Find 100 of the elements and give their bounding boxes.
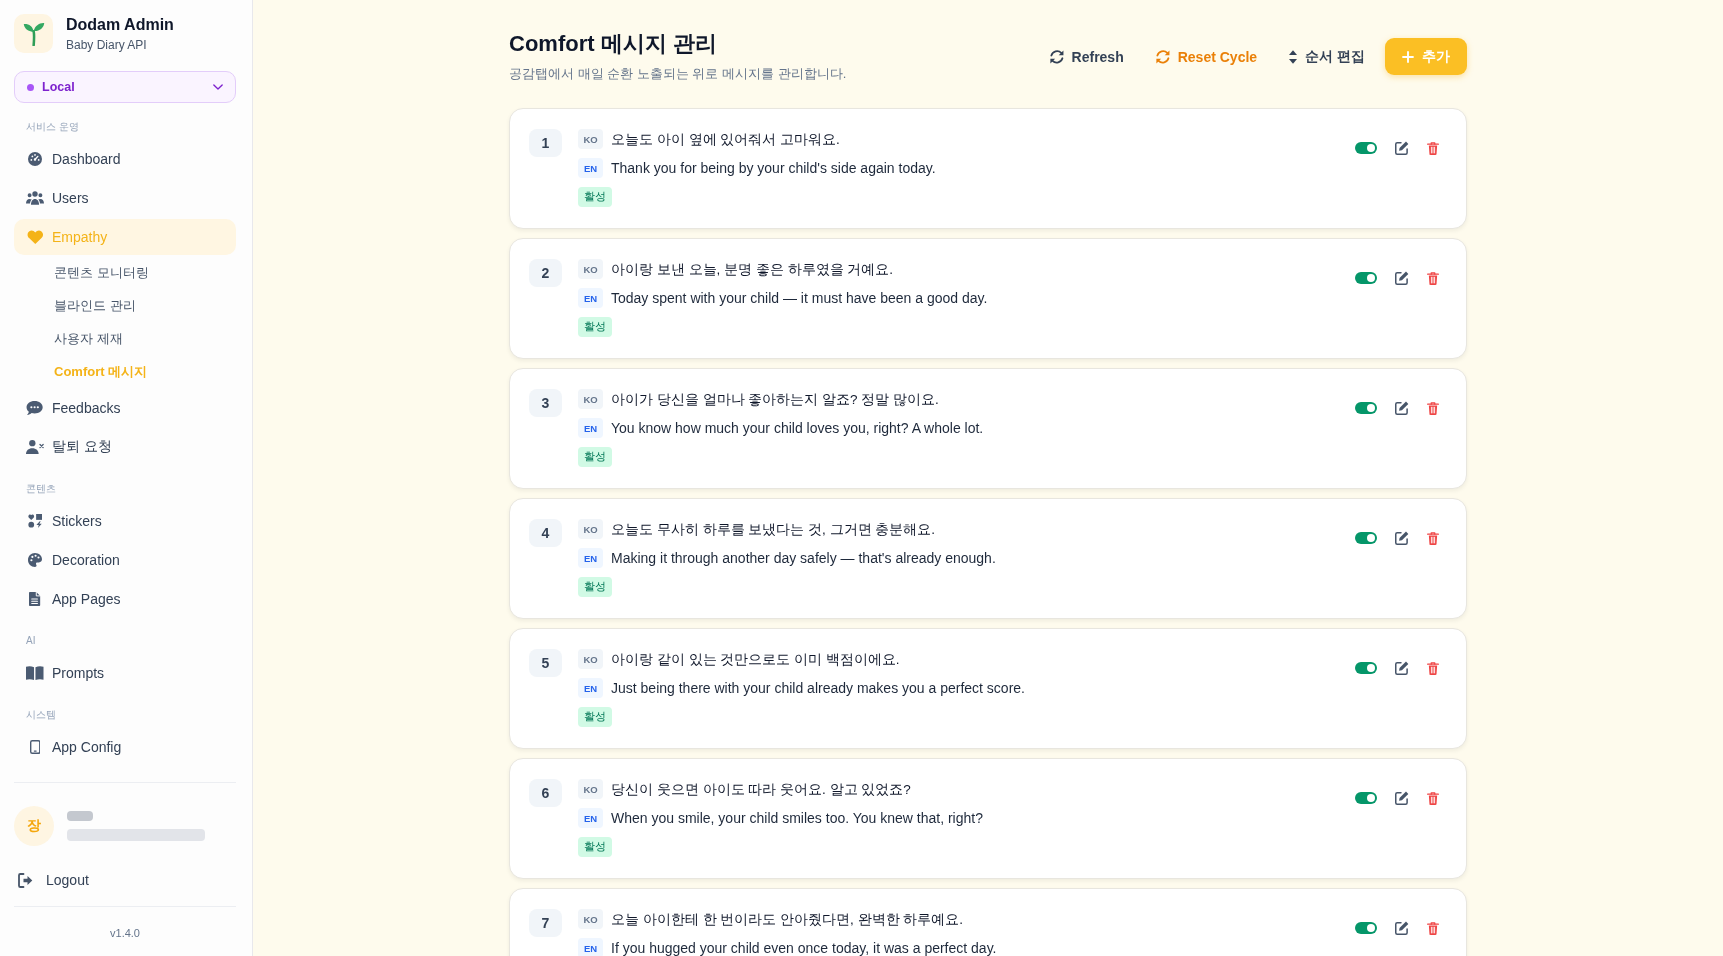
trash-icon (1427, 661, 1439, 675)
app-subtitle: Baby Diary API (66, 36, 148, 53)
nav-item[interactable]: Users (14, 180, 236, 216)
toggle-switch[interactable] (1355, 792, 1377, 804)
order-number: 3 (529, 389, 562, 417)
delete-button[interactable] (1427, 271, 1439, 285)
language-tag: EN (578, 158, 603, 178)
order-number: 1 (529, 129, 562, 157)
trash-icon (1427, 401, 1439, 415)
delete-button[interactable] (1427, 401, 1439, 415)
order-number: 2 (529, 259, 562, 287)
edit-button[interactable] (1395, 141, 1409, 155)
toggle-switch[interactable] (1355, 532, 1377, 544)
delete-button[interactable] (1427, 791, 1439, 805)
status-tag: 활성 (578, 317, 612, 337)
language-tag: EN (578, 808, 603, 828)
edit-icon (1395, 921, 1409, 935)
refresh-button[interactable]: Refresh (1037, 40, 1136, 73)
english-message: Today spent with your child — it must have been a good day. (611, 290, 988, 306)
nav-item[interactable]: Prompts (14, 655, 236, 691)
language-tag: KO (578, 779, 603, 799)
refresh-icon (1155, 49, 1170, 64)
toggle-switch[interactable] (1355, 272, 1377, 284)
nav-item[interactable]: Dashboard (14, 141, 236, 177)
english-message: You know how much your child loves you, right? A whole lot. (611, 420, 984, 436)
edit-button[interactable] (1395, 271, 1409, 285)
gauge-icon (28, 152, 42, 166)
sort-icon (1289, 49, 1298, 64)
status-tag: 활성 (578, 837, 612, 857)
edit-icon (1395, 271, 1409, 285)
nav-item[interactable]: 탈퇴 요청 (14, 429, 236, 465)
users-icon (26, 191, 44, 205)
order-number: 5 (529, 649, 562, 677)
edit-icon (1395, 401, 1409, 415)
delete-button[interactable] (1427, 531, 1439, 545)
toggle-switch[interactable] (1355, 662, 1377, 674)
delete-button[interactable] (1427, 661, 1439, 675)
english-message: Thank you for being by your child's side again today. (611, 160, 936, 176)
english-message: When you smile, your child smiles too. You knew that, right? (611, 810, 983, 826)
nav-subitem[interactable]: 콘텐츠 모니터링 (14, 258, 236, 288)
nav-subitem[interactable]: 블라인드 관리 (14, 291, 236, 321)
trash-icon (1427, 791, 1439, 805)
trash-icon (1427, 921, 1439, 935)
chevron-down-icon (213, 84, 223, 90)
section-label: 콘텐츠 (25, 482, 57, 496)
edit-button[interactable] (1395, 791, 1409, 805)
status-tag: 활성 (578, 707, 612, 727)
order-number: 4 (529, 519, 562, 547)
korean-message: 오늘도 아이 옆에 있어줘서 고마워요. (611, 131, 840, 147)
toggle-switch[interactable] (1355, 402, 1377, 414)
nav-item[interactable]: Feedbacks (14, 390, 236, 426)
logout-button[interactable]: Logout (14, 865, 89, 895)
version-label: v1.4.0 (14, 906, 236, 956)
nav-subitem[interactable]: 사용자 제재 (14, 324, 236, 354)
nav-item[interactable]: Stickers (14, 503, 236, 539)
delete-button[interactable] (1427, 921, 1439, 935)
edit-icon (1395, 531, 1409, 545)
section-label: 시스템 (25, 708, 57, 722)
shapes-icon (28, 514, 42, 528)
page-subtitle: 공감탭에서 매일 순환 노출되는 위로 메시지를 관리합니다. (509, 65, 847, 83)
trash-icon (1427, 531, 1439, 545)
language-tag: EN (578, 548, 603, 568)
phone-icon (29, 740, 41, 754)
app-title: Dodam Admin (66, 14, 174, 35)
sprout-logo-icon (14, 14, 53, 53)
english-message: Making it through another day safely — that's already enough. (611, 550, 996, 566)
language-tag: KO (578, 519, 603, 539)
book-icon (26, 666, 44, 680)
language-tag: EN (578, 938, 603, 956)
nav-item[interactable]: App Pages (14, 581, 236, 617)
order-number: 7 (529, 909, 562, 937)
toggle-switch[interactable] (1355, 922, 1377, 934)
language-tag: KO (578, 389, 603, 409)
edit-button[interactable] (1395, 661, 1409, 675)
plus-icon (1402, 50, 1414, 63)
korean-message: 오늘도 무사히 하루를 보냈다는 것, 그거면 충분해요. (611, 521, 935, 537)
status-tag: 활성 (578, 187, 612, 207)
edit-button[interactable] (1395, 921, 1409, 935)
status-tag: 활성 (578, 447, 612, 467)
language-tag: EN (578, 418, 603, 438)
reorder-button[interactable]: 순서 편집 (1277, 39, 1377, 74)
language-tag: KO (578, 129, 603, 149)
nav-item[interactable]: Decoration (14, 542, 236, 578)
english-message: Just being there with your child already makes you a perfect score. (611, 680, 1025, 696)
avatar: 장 (14, 806, 54, 846)
heart-icon (26, 230, 44, 244)
edit-button[interactable] (1395, 531, 1409, 545)
edit-icon (1395, 661, 1409, 675)
trash-icon (1427, 141, 1439, 155)
environment-select[interactable]: Local (14, 71, 236, 103)
nav-item[interactable]: App Config (14, 729, 236, 765)
redacted-name-bar (67, 811, 93, 821)
page-title: Comfort 메시지 관리 (509, 30, 718, 58)
language-tag: KO (578, 259, 603, 279)
edit-button[interactable] (1395, 401, 1409, 415)
edit-icon (1395, 791, 1409, 805)
toggle-switch[interactable] (1355, 142, 1377, 154)
korean-message: 아이랑 보낸 오늘, 분명 좋은 하루였을 거예요. (611, 261, 893, 277)
delete-button[interactable] (1427, 141, 1439, 155)
section-label: AI (25, 634, 37, 648)
